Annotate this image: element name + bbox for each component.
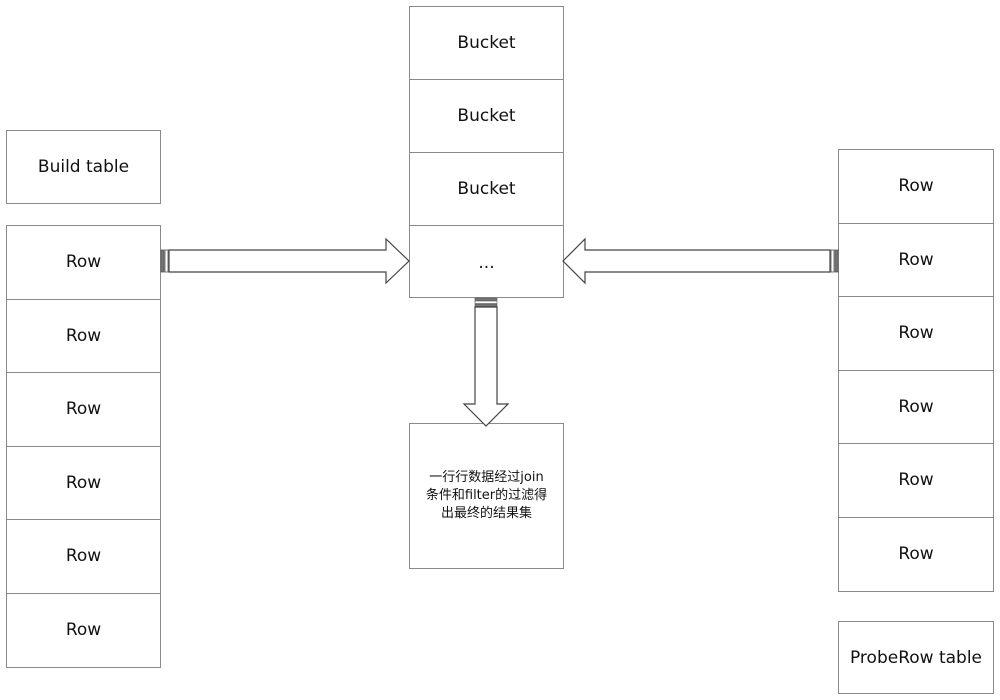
build-to-bucket-arrow — [160, 237, 410, 285]
probe-to-bucket-arrow — [562, 237, 839, 285]
arrows-layer — [160, 237, 839, 427]
bucket-to-result-arrow — [462, 297, 510, 427]
